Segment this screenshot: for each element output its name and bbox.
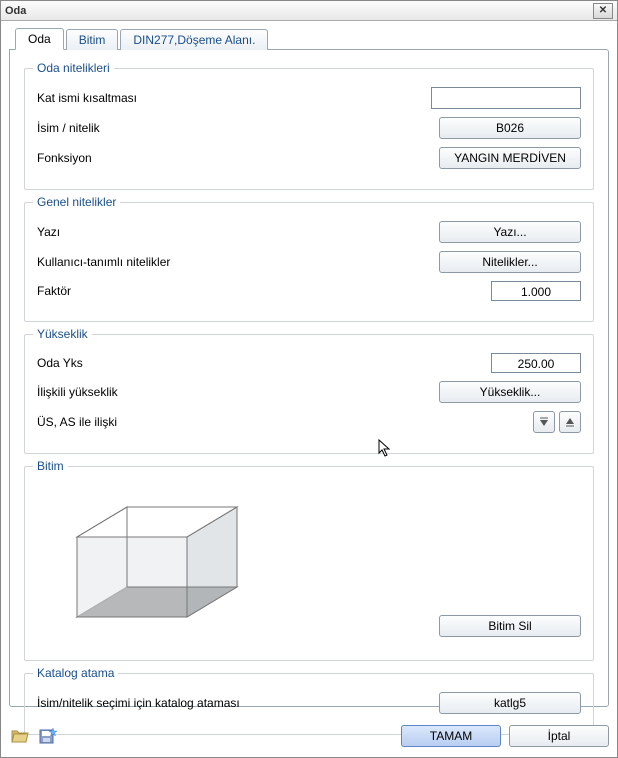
tab-panel: Oda nitelikleri Kat ismi kısaltması İsim… [9,49,609,707]
label-oda-yks: Oda Yks [37,356,431,370]
group-oda-nitelikleri: Oda nitelikleri Kat ismi kısaltması İsim… [24,68,594,190]
button-yazi-label: Yazı... [493,225,526,239]
button-cancel[interactable]: İptal [509,725,609,747]
label-isim-nitelik: İsim / nitelik [37,121,431,135]
label-us-as: ÜS, AS ile ilişki [37,415,431,429]
row-iliskili-yukseklik: İlişkili yükseklik Yükseklik... [37,381,581,403]
row-oda-yks: Oda Yks 250.00 [37,353,581,373]
button-yazi[interactable]: Yazı... [439,221,581,243]
room-box-icon [37,487,257,637]
close-icon: ✕ [599,5,607,16]
button-isim-nitelik-label: B026 [496,121,524,135]
tab-bitim-label: Bitim [79,33,106,47]
row-us-as: ÜS, AS ile ilişki [37,411,581,433]
button-katlg5-label: katlg5 [494,696,526,710]
button-save-favorite[interactable] [37,725,59,747]
button-move-down[interactable] [533,411,555,433]
label-yazi: Yazı [37,225,431,239]
row-fonksiyon: Fonksiyon YANGIN MERDİVEN [37,147,581,169]
row-isim-nitelik: İsim / nitelik B026 [37,117,581,139]
button-fonksiyon-label: YANGIN MERDİVEN [454,151,566,165]
tab-oda[interactable]: Oda [15,28,64,50]
group-genel-nitelikler: Genel nitelikler Yazı Yazı... Kullanıcı-… [24,202,594,322]
disk-star-icon [39,728,57,744]
tab-din277[interactable]: DIN277,Döşeme Alanı. [120,29,268,50]
button-yukseklik[interactable]: Yükseklik... [439,381,581,403]
button-bitim-sil-label: Bitim Sil [488,619,531,633]
button-nitelikler[interactable]: Nitelikler... [439,251,581,273]
label-katalog: İsim/nitelik seçimi için katalog ataması [37,696,431,710]
group-oda-legend: Oda nitelikleri [33,61,114,75]
button-nitelikler-label: Nitelikler... [482,255,537,269]
label-faktor: Faktör [37,284,431,298]
button-move-up[interactable] [559,411,581,433]
client-area: Oda Bitim DIN277,Döşeme Alanı. Oda nitel… [1,21,617,757]
button-ok[interactable]: TAMAM [401,725,501,747]
button-katlg5[interactable]: katlg5 [439,692,581,714]
group-yukseklik-legend: Yükseklik [33,327,92,341]
us-as-arrow-pair [533,411,581,433]
room-3d-preview [37,487,257,637]
folder-open-icon [11,728,29,744]
input-faktor-value: 1.000 [521,285,551,299]
row-katalog: İsim/nitelik seçimi için katalog ataması… [37,692,581,714]
tab-bitim[interactable]: Bitim [66,29,119,50]
window-close-button[interactable]: ✕ [593,3,613,19]
input-faktor[interactable]: 1.000 [491,281,581,301]
group-katalog-legend: Katalog atama [33,666,118,680]
button-bitim-sil[interactable]: Bitim Sil [439,615,581,637]
arrow-down-bar-icon [539,417,549,427]
button-cancel-label: İptal [548,729,571,743]
group-yukseklik: Yükseklik Oda Yks 250.00 İlişkili yüksek… [24,334,594,454]
window-title: Oda [5,5,593,17]
row-faktor: Faktör 1.000 [37,281,581,301]
button-fonksiyon[interactable]: YANGIN MERDİVEN [439,147,581,169]
titlebar: Oda ✕ [1,1,617,21]
arrow-up-bar-icon [565,417,575,427]
tab-din277-label: DIN277,Döşeme Alanı. [133,33,255,47]
group-bitim-legend: Bitim [33,459,68,473]
input-oda-yks-value: 250.00 [518,357,555,371]
label-kullanici-nitelikler: Kullanıcı-tanımlı nitelikler [37,255,431,269]
label-kat-ismi: Kat ismi kısaltması [37,91,431,105]
button-yukseklik-label: Yükseklik... [480,385,541,399]
row-yazi: Yazı Yazı... [37,221,581,243]
input-kat-ismi[interactable] [431,87,581,109]
button-isim-nitelik[interactable]: B026 [439,117,581,139]
button-open-folder[interactable] [9,725,31,747]
bitim-area: Bitim Sil [37,477,581,643]
bottom-bar: TAMAM İptal [9,725,609,747]
tab-row: Oda Bitim DIN277,Döşeme Alanı. [15,27,609,49]
row-kullanici-nitelikler: Kullanıcı-tanımlı nitelikler Nitelikler.… [37,251,581,273]
input-oda-yks[interactable]: 250.00 [491,353,581,373]
label-fonksiyon: Fonksiyon [37,151,431,165]
tab-oda-label: Oda [28,32,51,46]
row-kat-ismi: Kat ismi kısaltması [37,87,581,109]
button-ok-label: TAMAM [430,729,472,743]
label-iliskili-yukseklik: İlişkili yükseklik [37,385,431,399]
group-genel-legend: Genel nitelikler [33,195,120,209]
group-bitim: Bitim Bitim S [24,466,594,661]
dialog-window: Oda ✕ Oda Bitim DIN277,Döşeme Alanı. Oda… [0,0,618,758]
